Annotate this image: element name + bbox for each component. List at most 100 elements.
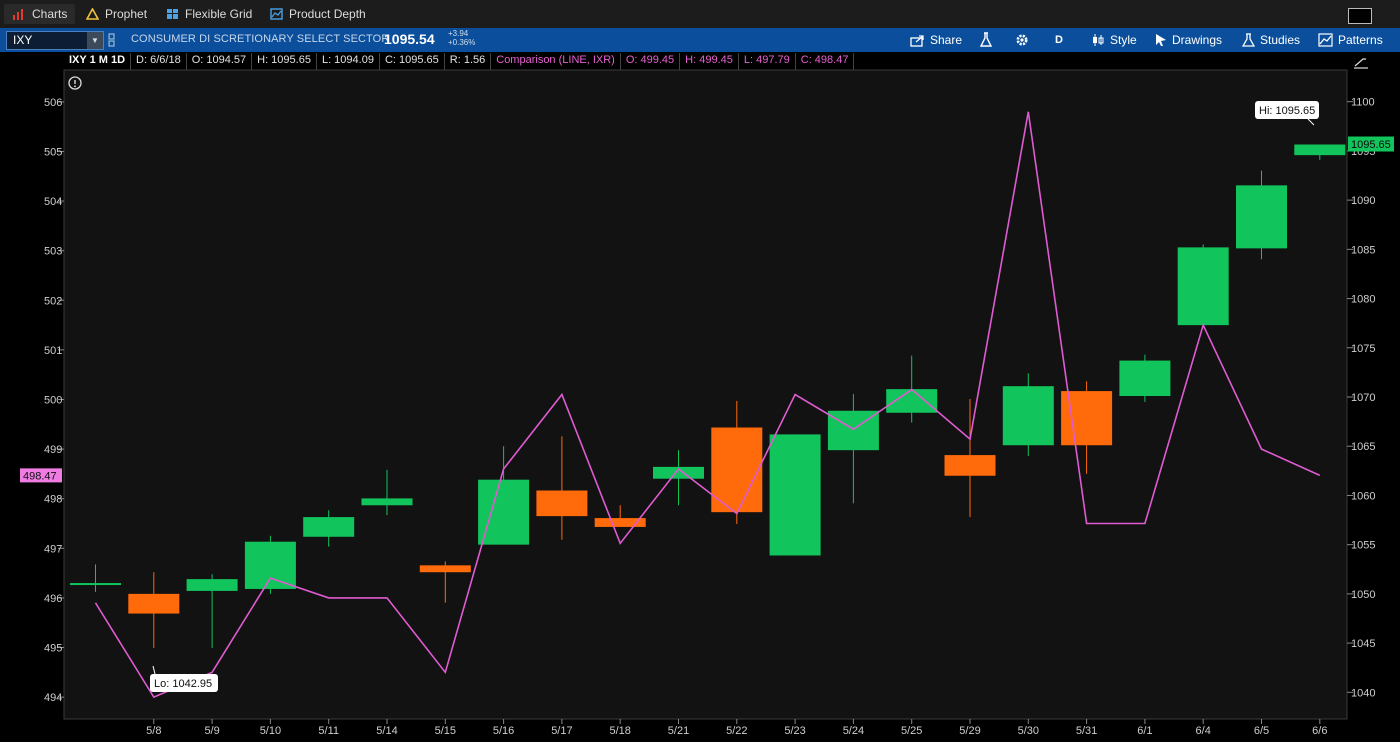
- x-tick-label: 5/8: [146, 725, 161, 737]
- right-axis: 1040 1045 1050 1055 1060 1065 1070 1075 1080 1085…: [1347, 97, 1375, 699]
- right-tick-label: 1070: [1351, 392, 1375, 404]
- left-tick-label: 505: [44, 146, 62, 158]
- tab-flexible-grid[interactable]: Flexible Grid: [166, 4, 252, 24]
- candle: [244, 535, 296, 594]
- right-tick-label: 1055: [1351, 540, 1375, 552]
- right-tick-label: 1090: [1351, 195, 1375, 207]
- link-icon[interactable]: [108, 33, 116, 47]
- drawings-button[interactable]: Drawings: [1155, 31, 1222, 49]
- x-tick-label: 5/24: [843, 725, 864, 737]
- candle-body: [944, 455, 996, 476]
- right-tick-label: 1040: [1351, 687, 1375, 699]
- patterns-icon: [1318, 33, 1333, 47]
- x-tick-label: 5/17: [551, 725, 572, 737]
- symbol-input[interactable]: IXY: [13, 33, 32, 47]
- maximize-button[interactable]: [1348, 8, 1372, 24]
- grid-icon: [167, 9, 178, 19]
- candle-body: [1294, 144, 1346, 156]
- tab-bar: Charts Prophet Flexible Grid Product Dep…: [0, 0, 1400, 29]
- candle-body: [70, 583, 121, 586]
- left-tick-label: 495: [44, 643, 62, 655]
- x-tick-label: 5/9: [204, 725, 219, 737]
- flask-icon[interactable]: [979, 32, 993, 48]
- warning-triangle-icon: [86, 8, 99, 20]
- last-price-tag-text: 1095.65: [1351, 139, 1391, 151]
- patterns-button[interactable]: Patterns: [1318, 31, 1383, 49]
- candle-body: [419, 565, 471, 573]
- candle-body: [769, 434, 821, 556]
- cursor-icon: [1156, 34, 1166, 46]
- x-tick-label: 5/31: [1076, 725, 1097, 737]
- tab-label: Flexible Grid: [185, 7, 253, 21]
- net-change: +3.94 +0.36%: [448, 29, 475, 47]
- expand-icon[interactable]: [1354, 58, 1368, 69]
- gear-icon[interactable]: [1014, 32, 1030, 48]
- style-label: Style: [1110, 33, 1137, 47]
- candle-body: [478, 479, 530, 545]
- share-label: Share: [930, 33, 963, 47]
- candle-body: [536, 490, 588, 517]
- tab-label: Charts: [32, 7, 68, 21]
- candle-body: [1236, 185, 1287, 249]
- depth-icon: [270, 8, 283, 20]
- right-tick-label: 1080: [1351, 294, 1375, 306]
- patterns-label: Patterns: [1338, 33, 1383, 47]
- x-tick-label: 5/29: [959, 725, 980, 737]
- comparison-tag-text: 498.47: [23, 470, 57, 482]
- tab-prophet[interactable]: Prophet: [86, 4, 147, 24]
- chart-toolbar: IXY ▼ CONSUMER DI SCRETIONARY SELECT SEC…: [0, 28, 1400, 52]
- left-tick-label: 494: [44, 692, 62, 704]
- left-axis: 494 495 496 497 498 499 500 501 502 503 504 505 506: [44, 97, 64, 704]
- x-axis: 5/8 5/9 5/10 5/11 5/14 5/15 5/16 5/17 5/18 5/21 5/…: [146, 719, 1327, 737]
- left-tick-label: 503: [44, 246, 62, 258]
- last-price-tag: 1095.65: [1348, 136, 1394, 152]
- x-tick-label: 5/23: [784, 725, 805, 737]
- x-tick-label: 6/1: [1137, 725, 1152, 737]
- tab-label: Prophet: [105, 7, 148, 21]
- tab-product-depth[interactable]: Product Depth: [270, 4, 366, 24]
- period-label: D: [1055, 34, 1063, 46]
- drawings-label: Drawings: [1172, 33, 1223, 47]
- x-tick-label: 5/21: [668, 725, 689, 737]
- studies-button[interactable]: Studies: [1242, 31, 1300, 49]
- x-tick-label: 6/5: [1254, 725, 1269, 737]
- candle-body: [128, 593, 180, 614]
- bar-chart-icon: [13, 9, 23, 20]
- left-tick-label: 497: [44, 543, 62, 555]
- chevron-down-icon[interactable]: ▼: [87, 32, 103, 49]
- aggregation-period-button[interactable]: D: [1055, 31, 1063, 49]
- left-tick-label: 498: [44, 494, 62, 506]
- x-tick-label: 6/6: [1312, 725, 1327, 737]
- candle-body: [244, 541, 296, 589]
- price-chart[interactable]: 494495496497498499500501502503504505506 …: [0, 52, 1400, 742]
- x-tick-label: 6/4: [1196, 725, 1211, 737]
- x-tick-label: 5/14: [376, 725, 397, 737]
- comparison-price-tag: 498.47: [20, 468, 62, 483]
- left-tick-label: 499: [44, 444, 62, 456]
- right-tick-label: 1060: [1351, 490, 1375, 502]
- symbol-selector[interactable]: IXY ▼: [6, 31, 104, 50]
- share-icon: [910, 34, 924, 47]
- change-percent: +0.36%: [448, 38, 476, 47]
- candle: [1119, 354, 1171, 402]
- right-tick-label: 1085: [1351, 244, 1375, 256]
- candle-body: [303, 517, 355, 537]
- left-tick-label: 501: [44, 345, 62, 357]
- studies-flask-icon: [1242, 32, 1255, 47]
- right-tick-label: 1065: [1351, 441, 1375, 453]
- x-tick-label: 5/18: [609, 725, 630, 737]
- right-tick-label: 1050: [1351, 589, 1375, 601]
- change-value: +3.94: [448, 29, 469, 38]
- x-tick-label: 5/11: [318, 725, 339, 737]
- candle-body: [1002, 386, 1054, 446]
- style-button[interactable]: Style: [1091, 31, 1137, 49]
- symbol-description: CONSUMER DI SCRETIONARY SELECT SECTOR: [131, 33, 390, 45]
- left-tick-label: 504: [44, 196, 62, 208]
- candle: [769, 434, 821, 556]
- candle-body: [186, 579, 238, 591]
- tab-charts[interactable]: Charts: [4, 4, 76, 24]
- left-tick-label: 502: [44, 295, 62, 307]
- share-button[interactable]: Share: [910, 31, 962, 49]
- studies-label: Studies: [1260, 33, 1301, 47]
- x-tick-label: 5/25: [901, 725, 922, 737]
